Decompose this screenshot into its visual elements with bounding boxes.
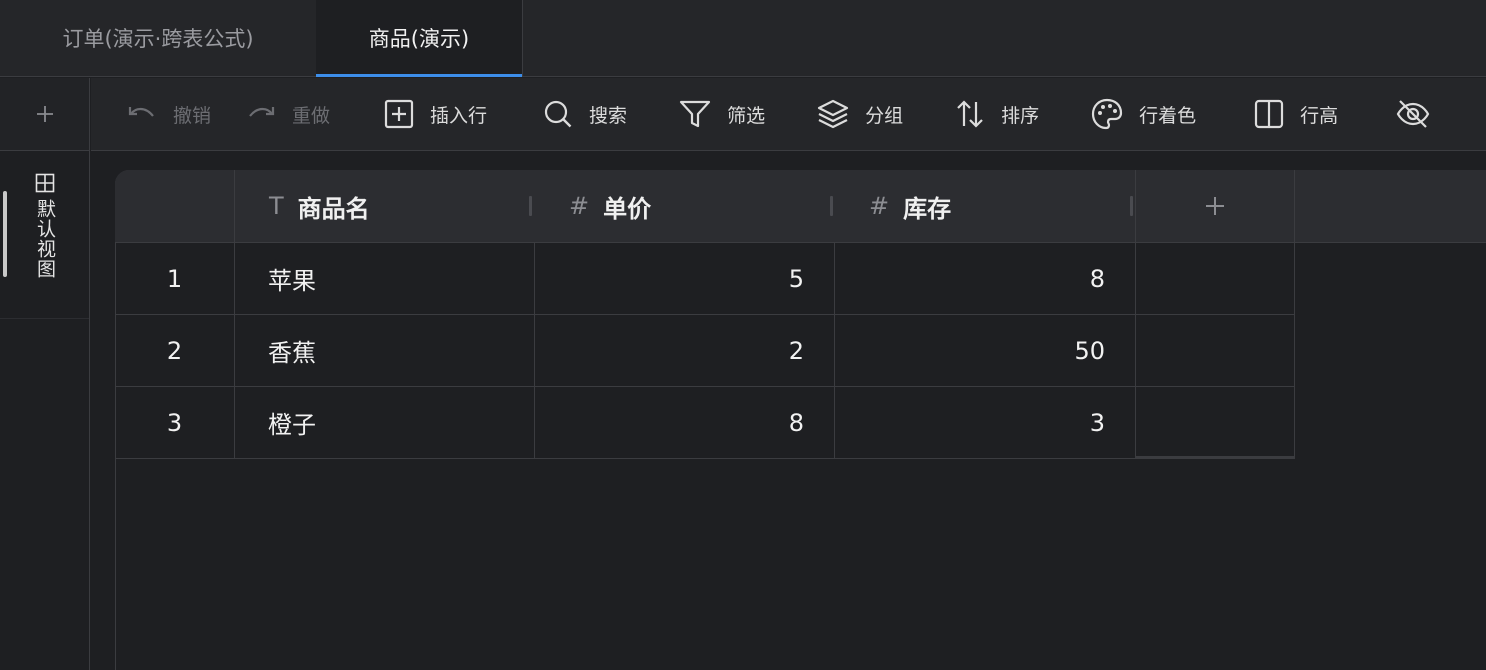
undo-button[interactable]: 撤销	[127, 94, 211, 134]
plus-icon	[36, 106, 53, 122]
redo-label: 重做	[292, 104, 331, 127]
column-resize-handle[interactable]	[529, 196, 532, 216]
plus-icon	[1206, 197, 1224, 215]
add-view-button[interactable]	[0, 78, 89, 151]
search-icon	[544, 100, 572, 128]
sort-icon	[957, 100, 983, 128]
cell-name[interactable]: 橙子	[268, 387, 528, 458]
number-type-icon: #	[869, 192, 890, 220]
column-header-stock[interactable]: # 库存	[869, 170, 1165, 242]
row-color-label: 行着色	[1139, 104, 1197, 127]
table-row[interactable]: 1 苹果 5 8	[115, 243, 1295, 315]
active-view-indicator	[3, 191, 7, 277]
sort-label: 排序	[1001, 104, 1040, 127]
palette-icon	[1092, 98, 1123, 130]
filter-button[interactable]: 筛选	[679, 94, 765, 134]
column-header-name[interactable]: T 商品名	[269, 170, 565, 242]
redo-icon	[249, 107, 275, 117]
app-window: 订单(演示·跨表公式) 商品(演示) 默认视图 撤销 重做 插入行 搜索 筛选 …	[0, 0, 1486, 670]
filter-label: 筛选	[727, 104, 766, 127]
table-icon	[35, 173, 54, 193]
cell-name[interactable]: 香蕉	[268, 315, 528, 386]
tab-products[interactable]: 商品(演示)	[316, 0, 522, 77]
text-type-icon: T	[269, 192, 284, 220]
row-index: 1	[166, 264, 183, 293]
undo-label: 撤销	[173, 104, 212, 127]
add-column-button[interactable]	[1136, 170, 1294, 242]
cell-name[interactable]: 苹果	[268, 243, 528, 314]
view-item-default[interactable]: 默认视图	[0, 151, 89, 319]
cell-price[interactable]: 8	[535, 387, 834, 458]
layers-icon	[817, 99, 849, 129]
row-index: 2	[166, 336, 183, 365]
sheet-tab-bar: 订单(演示·跨表公式) 商品(演示)	[0, 0, 1486, 77]
redo-button[interactable]: 重做	[246, 94, 330, 134]
hide-fields-button[interactable]	[1396, 94, 1446, 134]
view-label: 默认视图	[34, 199, 56, 279]
column-resize-handle[interactable]	[830, 196, 833, 216]
cell-stock[interactable]: 8	[835, 243, 1135, 314]
search-label: 搜索	[589, 104, 628, 127]
search-button[interactable]: 搜索	[543, 94, 627, 134]
undo-icon	[128, 107, 154, 117]
number-type-icon: #	[569, 192, 590, 220]
row-index: 3	[166, 408, 183, 437]
row-height-label: 行高	[1300, 104, 1339, 127]
plus-square-icon	[384, 99, 414, 129]
cell-stock[interactable]: 3	[835, 387, 1135, 458]
cell-stock[interactable]: 50	[835, 315, 1135, 386]
grid-header-row: T 商品名 # 单价 # 库存	[115, 170, 1486, 243]
toolbar: 撤销 重做 插入行 搜索 筛选 分组 排序 行着色 行高	[91, 78, 1486, 151]
data-grid: T 商品名 # 单价 # 库存 1 苹果 5 8 2 香蕉 2 50 3 橙子 …	[115, 170, 1486, 670]
tab-orders[interactable]: 订单(演示·跨表公式)	[0, 0, 316, 76]
tab-bar-empty	[522, 0, 1486, 76]
column-header-label: 库存	[903, 194, 952, 223]
sort-button[interactable]: 排序	[955, 94, 1039, 134]
column-header-label: 单价	[603, 194, 652, 223]
row-height-button[interactable]: 行高	[1254, 94, 1338, 134]
row-color-button[interactable]: 行着色	[1091, 94, 1196, 134]
group-button[interactable]: 分组	[817, 94, 903, 134]
cell-price[interactable]: 2	[535, 315, 834, 386]
table-row[interactable]: 2 香蕉 2 50	[115, 315, 1295, 387]
columns-icon	[1255, 99, 1284, 129]
column-header-price[interactable]: # 单价	[569, 170, 865, 242]
cell-price[interactable]: 5	[535, 243, 834, 314]
filter-icon	[679, 100, 711, 128]
insert-row-label: 插入行	[430, 104, 488, 127]
column-resize-handle[interactable]	[1130, 196, 1133, 216]
view-sidebar: 默认视图	[0, 78, 90, 670]
group-label: 分组	[865, 104, 904, 127]
eye-off-icon	[1396, 100, 1430, 128]
insert-row-button[interactable]: 插入行	[384, 94, 487, 134]
table-row[interactable]: 3 橙子 8 3	[115, 387, 1295, 459]
column-header-label: 商品名	[297, 194, 370, 223]
